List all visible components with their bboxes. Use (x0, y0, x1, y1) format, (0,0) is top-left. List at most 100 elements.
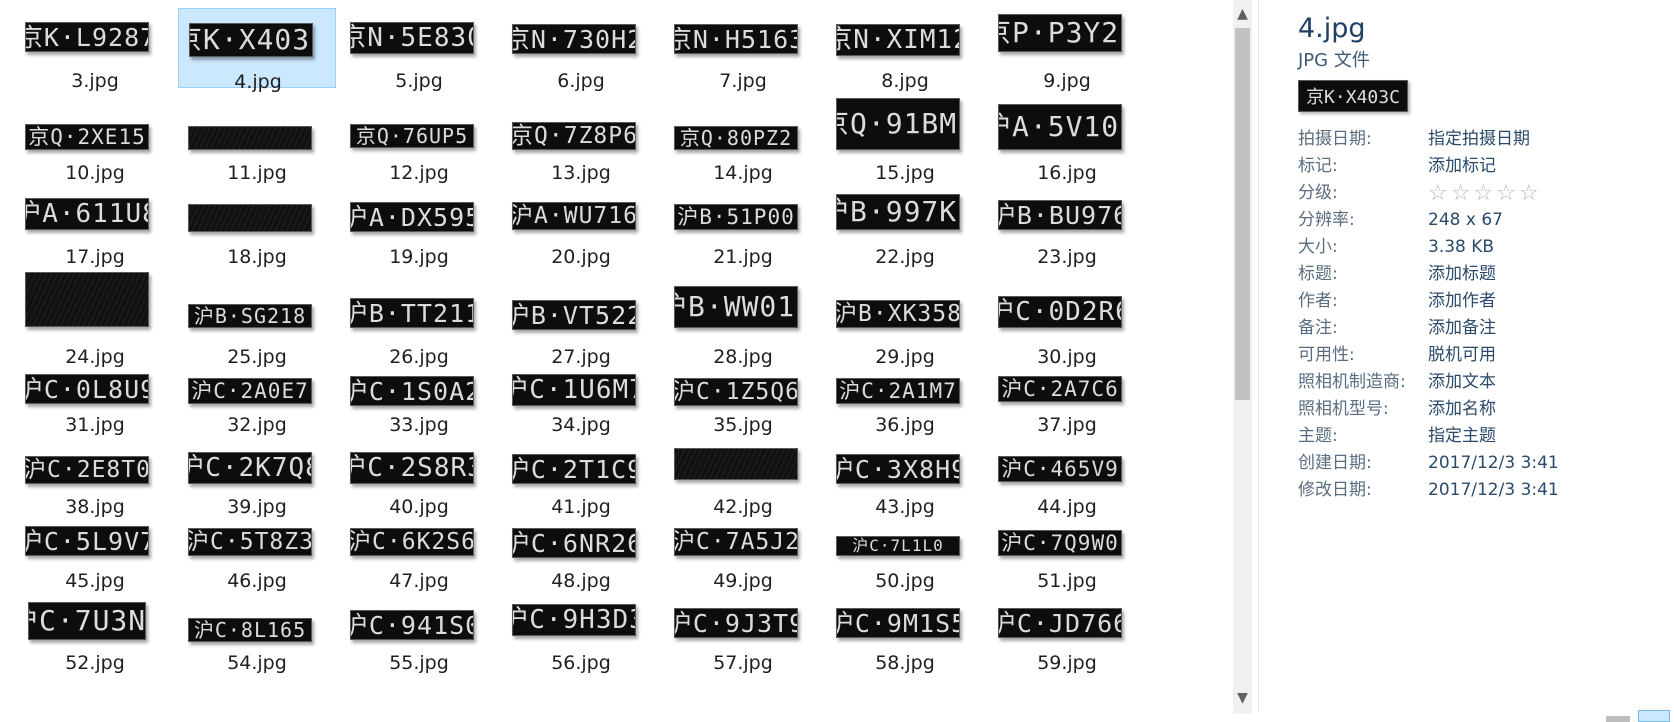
scroll-up-icon[interactable]: ▲ (1233, 2, 1252, 26)
file-item[interactable]: 沪C·9J3T9 57.jpg (664, 598, 822, 712)
scrollbar-thumb[interactable] (1235, 28, 1250, 400)
property-value[interactable]: 添加备注 (1428, 315, 1496, 342)
file-item[interactable]: 沪B·BU976 23.jpg (988, 194, 1146, 270)
file-item[interactable]: 11.jpg (178, 98, 336, 194)
file-item[interactable]: 沪C·2A1M7 36.jpg (826, 370, 984, 444)
scroll-down-icon[interactable]: ▼ (1233, 686, 1252, 710)
property-value[interactable]: 2017/12/3 3:41 (1428, 450, 1559, 477)
file-item[interactable]: 沪C·6K2S6 47.jpg (340, 524, 498, 596)
file-item[interactable]: 沪A·WU716 20.jpg (502, 194, 660, 270)
property-value[interactable]: 添加文本 (1428, 369, 1496, 396)
file-item[interactable]: 沪C·941S0 55.jpg (340, 598, 498, 712)
file-item[interactable]: 沪A·611U8 17.jpg (16, 194, 174, 270)
rating-stars-icon[interactable]: ☆☆☆☆☆ (1428, 180, 1542, 207)
file-item[interactable]: 沪C·2T1C9 41.jpg (502, 446, 660, 524)
property-label: 照相机制造商: (1298, 372, 1406, 392)
file-item[interactable]: 24.jpg (16, 272, 174, 368)
file-item[interactable]: 沪C·3X8H9 43.jpg (826, 446, 984, 524)
file-thumbnail (674, 448, 798, 480)
file-name-label: 39.jpg (227, 496, 287, 518)
property-value[interactable]: 3.38 KB (1428, 234, 1494, 261)
property-label: 作者: (1298, 291, 1338, 311)
file-item[interactable]: 沪C·2K7Q8 39.jpg (178, 446, 336, 524)
file-item[interactable]: 沪C·7A5J2 49.jpg (664, 524, 822, 596)
file-name-label: 20.jpg (551, 246, 611, 268)
file-thumbnail: 沪A·DX595 (350, 202, 474, 232)
file-thumbnail: 沪C·5L9V7 (25, 526, 149, 556)
file-item[interactable]: 沪C·2A7C6 37.jpg (988, 370, 1146, 444)
file-item[interactable]: 沪C·0D2R6 30.jpg (988, 272, 1146, 368)
file-item[interactable]: 沪B·VT522 27.jpg (502, 272, 660, 368)
file-item[interactable]: 沪B·WW010 28.jpg (664, 272, 822, 368)
file-thumbnail: 沪C·2E8T0 (25, 456, 149, 484)
file-item[interactable]: 京K·X403C 4.jpg (178, 8, 336, 93)
file-item[interactable]: 沪C·9M1S5 58.jpg (826, 598, 984, 712)
file-item[interactable]: 沪C·5L9V7 45.jpg (16, 524, 174, 596)
property-value[interactable]: 添加标记 (1428, 153, 1496, 180)
file-item[interactable]: 沪C·JD766 59.jpg (988, 598, 1146, 712)
file-item[interactable]: 京Q·80PZ2 14.jpg (664, 98, 822, 194)
file-item[interactable]: 沪A·DX595 19.jpg (340, 194, 498, 270)
file-item[interactable]: 18.jpg (178, 194, 336, 270)
property-label: 修改日期: (1298, 480, 1372, 500)
file-item[interactable]: 京N·XIM12 8.jpg (826, 8, 984, 96)
file-item[interactable]: 沪A·5V100 16.jpg (988, 98, 1146, 194)
file-item[interactable]: 沪C·5T8Z3 46.jpg (178, 524, 336, 596)
file-item[interactable]: 沪C·1U6M7 34.jpg (502, 370, 660, 444)
property-row: 标记: 添加标记 (1298, 153, 1668, 180)
file-item[interactable]: 沪C·0L8U9 31.jpg (16, 370, 174, 444)
file-item[interactable]: 沪B·XK358 29.jpg (826, 272, 984, 368)
file-thumbnail: 京Q·91BM8 (836, 98, 960, 150)
file-item[interactable]: 京N·5E830 5.jpg (340, 8, 498, 96)
file-name-label: 19.jpg (389, 246, 449, 268)
file-item[interactable]: 沪C·7U3N9 52.jpg (16, 598, 174, 712)
file-item[interactable]: 沪C·7L1L0 50.jpg (826, 524, 984, 596)
property-label: 标记: (1298, 156, 1338, 176)
file-thumbnail: 京N·730H2 (512, 24, 636, 54)
file-item[interactable]: 京Q·7Z8P6 13.jpg (502, 98, 660, 194)
file-item[interactable]: 沪B·SG218 25.jpg (178, 272, 336, 368)
file-item[interactable]: 沪B·997KI 22.jpg (826, 194, 984, 270)
file-item[interactable]: 沪C·465V9 44.jpg (988, 446, 1146, 524)
file-item[interactable]: 沪C·2A0E7 32.jpg (178, 370, 336, 444)
property-value[interactable]: 248 x 67 (1428, 207, 1503, 234)
view-toggle-button[interactable] (1638, 710, 1670, 722)
file-item[interactable]: 京K·L9287 3.jpg (16, 8, 174, 96)
file-name-label: 15.jpg (875, 162, 935, 184)
file-item[interactable]: 42.jpg (664, 446, 822, 524)
file-item[interactable]: 沪C·1S0A2 33.jpg (340, 370, 498, 444)
details-file-name: 4.jpg (1298, 13, 1366, 44)
file-name-label: 37.jpg (1037, 414, 1097, 436)
file-name-label: 35.jpg (713, 414, 773, 436)
property-value[interactable]: 2017/12/3 3:41 (1428, 477, 1559, 504)
file-item[interactable]: 沪B·51P00 21.jpg (664, 194, 822, 270)
file-thumbnail: 沪B·XK358 (836, 300, 960, 328)
file-thumbnail: 沪C·6NR26 (512, 528, 636, 558)
property-value[interactable]: 添加名称 (1428, 396, 1496, 423)
file-name-label: 28.jpg (713, 346, 773, 368)
file-item[interactable]: 沪C·1Z5Q6 35.jpg (664, 370, 822, 444)
file-item[interactable]: 京P·P3Y26 9.jpg (988, 8, 1146, 96)
pane-divider[interactable] (1258, 0, 1259, 712)
property-value[interactable]: 添加标题 (1428, 261, 1496, 288)
file-item[interactable]: 沪C·2E8T0 38.jpg (16, 446, 174, 524)
file-item[interactable]: 京Q·2XE15 10.jpg (16, 98, 174, 194)
file-item[interactable]: 沪C·9H3D3 56.jpg (502, 598, 660, 712)
property-value[interactable]: 指定主题 (1428, 423, 1496, 450)
file-thumbnail: 沪C·2K7Q8 (188, 452, 312, 484)
file-item[interactable]: 京Q·76UP5 12.jpg (340, 98, 498, 194)
property-value[interactable]: 指定拍摄日期 (1428, 126, 1530, 153)
vertical-scrollbar[interactable]: ▲ ▼ (1233, 0, 1252, 714)
file-item[interactable]: 沪C·6NR26 48.jpg (502, 524, 660, 596)
file-item[interactable]: 京Q·91BM8 15.jpg (826, 98, 984, 194)
property-value[interactable]: 脱机可用 (1428, 342, 1496, 369)
file-name-label: 36.jpg (875, 414, 935, 436)
file-thumbnail: 沪B·VT522 (512, 300, 636, 330)
file-item[interactable]: 京N·730H2 6.jpg (502, 8, 660, 96)
file-item[interactable]: 京N·H5163 7.jpg (664, 8, 822, 96)
file-item[interactable]: 沪C·2S8R3 40.jpg (340, 446, 498, 524)
property-value[interactable]: 添加作者 (1428, 288, 1496, 315)
file-item[interactable]: 沪B·TT211 26.jpg (340, 272, 498, 368)
file-item[interactable]: 沪C·8L165 54.jpg (178, 598, 336, 712)
file-item[interactable]: 沪C·7Q9W0 51.jpg (988, 524, 1146, 596)
